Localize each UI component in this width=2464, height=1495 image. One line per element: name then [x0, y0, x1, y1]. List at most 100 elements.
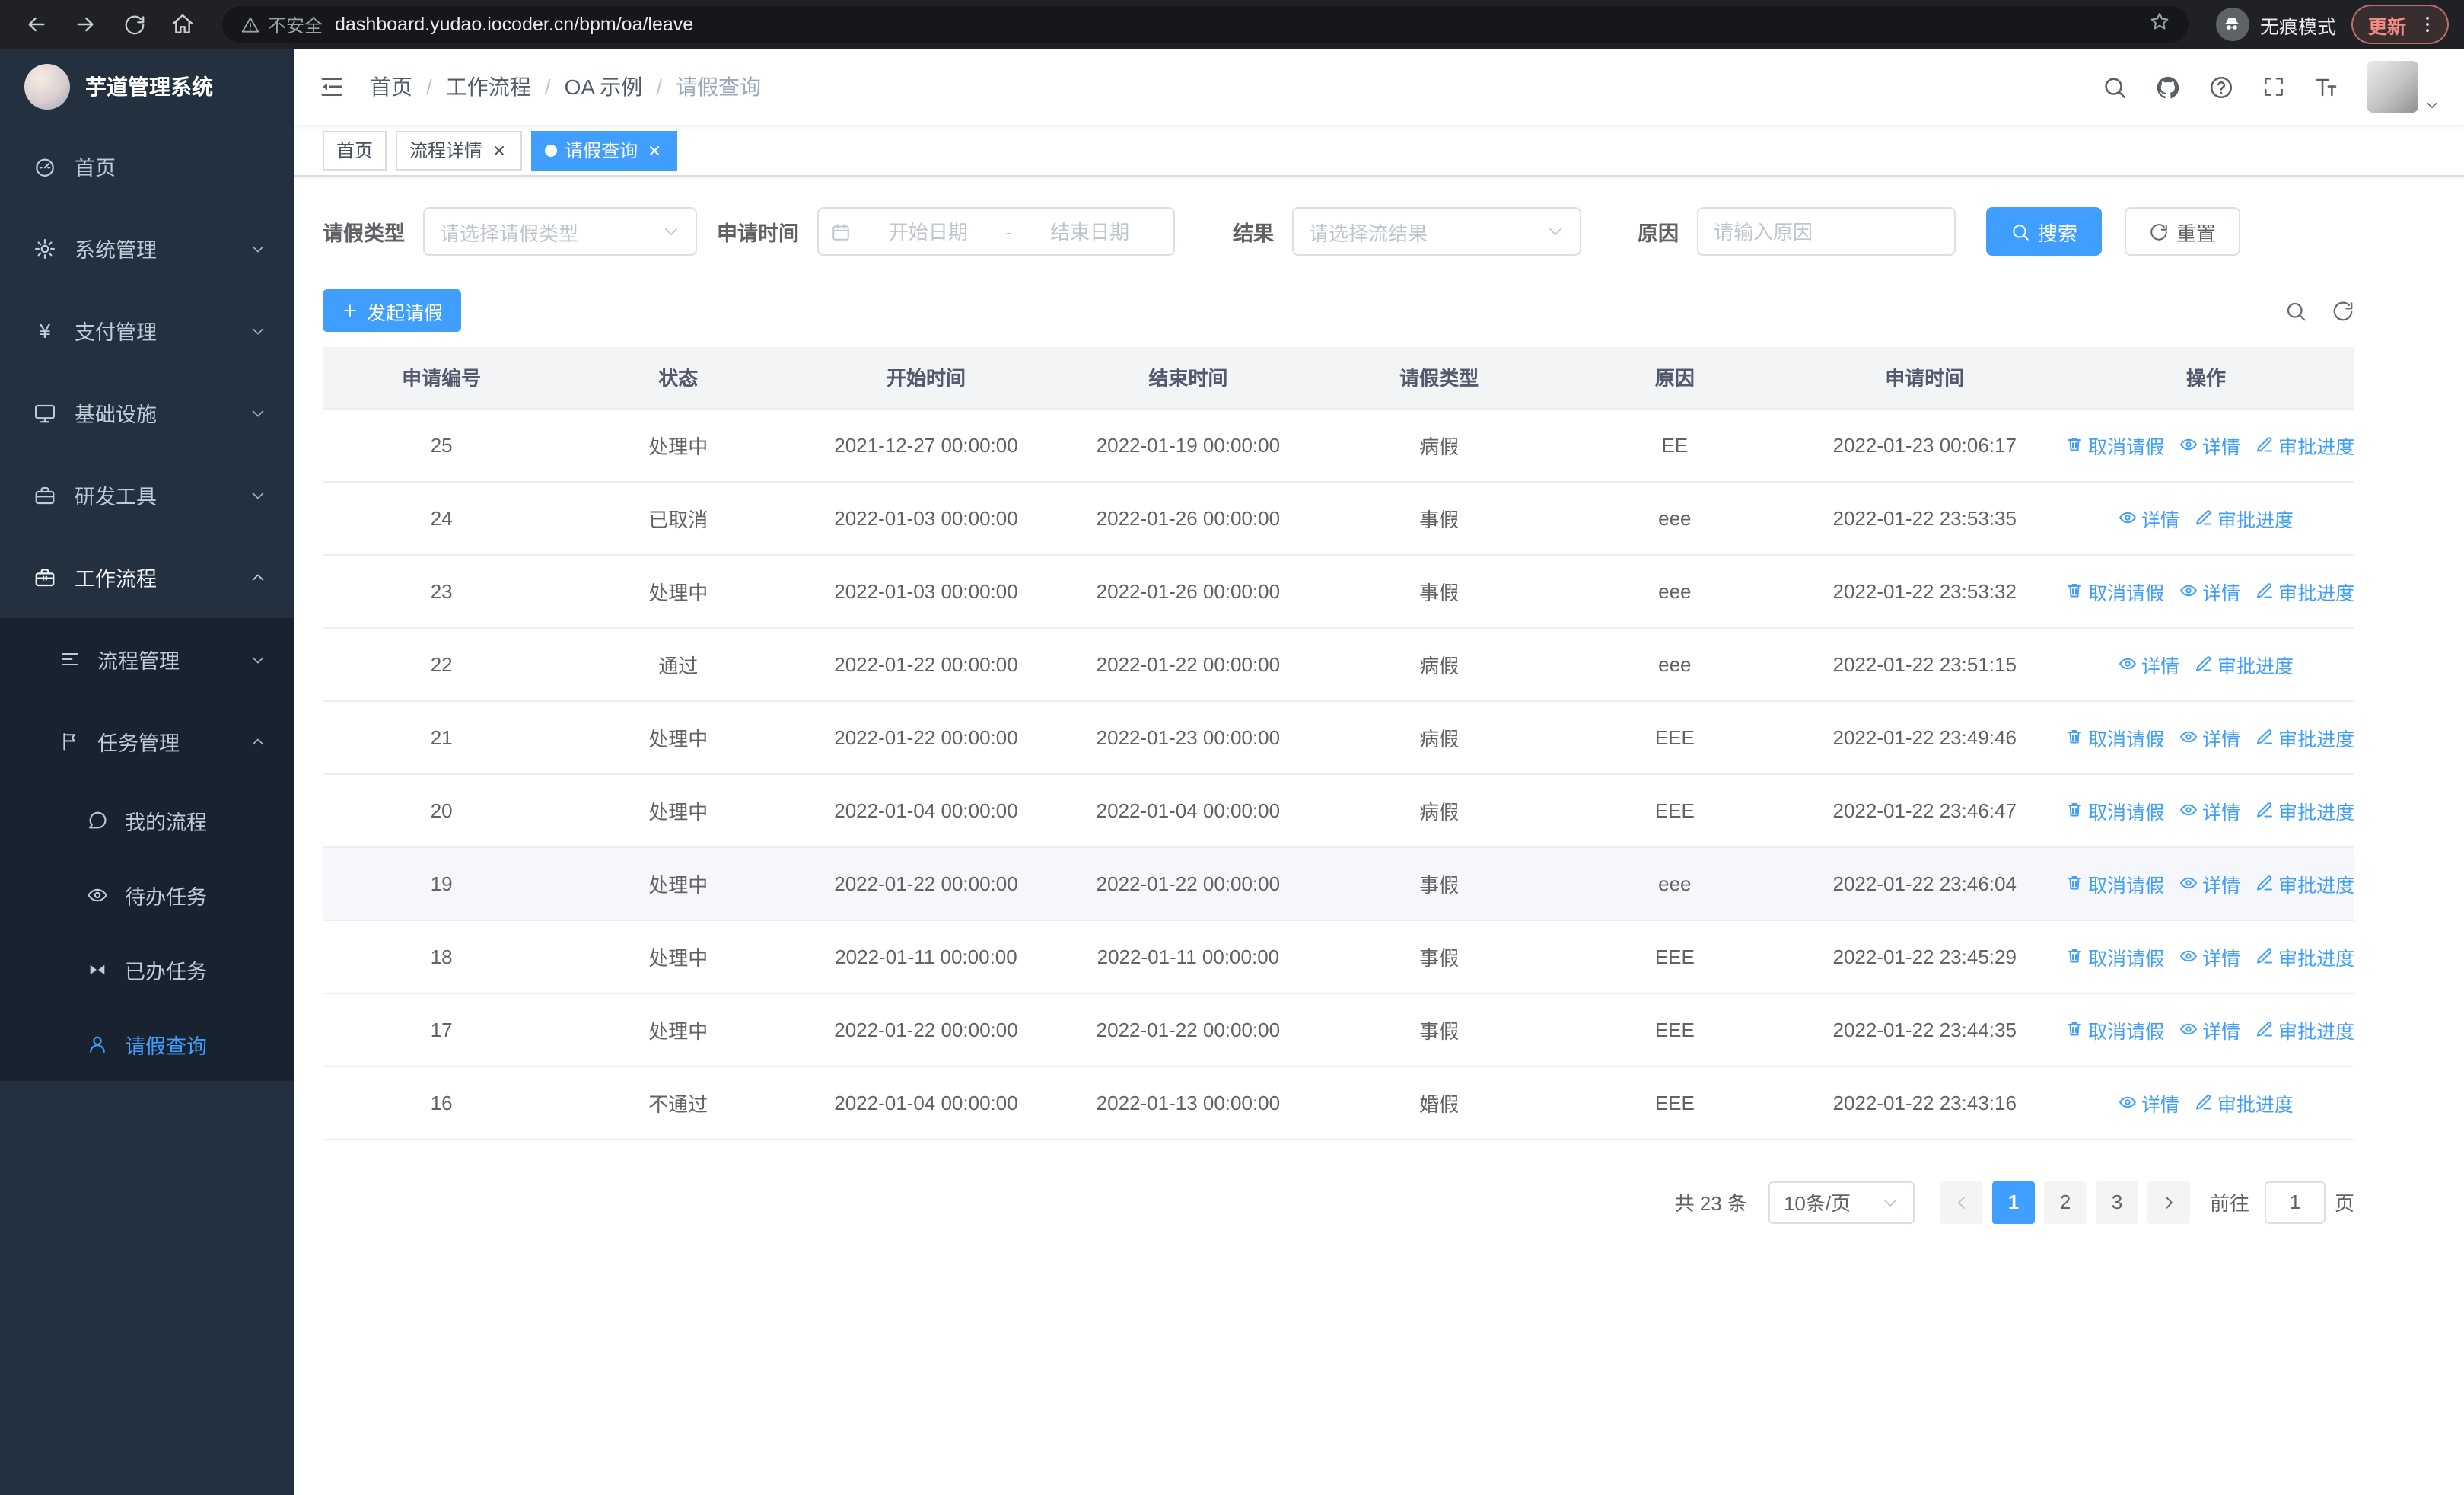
browser-back-button[interactable]: [15, 5, 58, 44]
breadcrumb-oa-example[interactable]: OA 示例: [565, 72, 643, 102]
action-progress-link[interactable]: 审批进度: [2255, 722, 2354, 751]
cell-actions: 详情 审批进度: [2058, 1066, 2354, 1140]
action-cancel-link[interactable]: 取消请假: [2065, 869, 2164, 897]
action-detail-link[interactable]: 详情: [2179, 869, 2240, 897]
page-button-1[interactable]: 1: [1991, 1181, 2035, 1223]
reset-button[interactable]: 重置: [2125, 207, 2241, 256]
eye-icon: [2180, 438, 2198, 451]
cell-id: 23: [323, 554, 561, 628]
close-icon[interactable]: [645, 141, 664, 159]
sidebar-item-system-mgmt[interactable]: 系统管理: [0, 207, 294, 289]
sidebar-item-leave-query[interactable]: 请假查询: [0, 1006, 294, 1081]
trash-icon: [2068, 584, 2082, 598]
bookmark-star-icon[interactable]: [2149, 10, 2170, 39]
github-icon[interactable]: [2155, 74, 2181, 100]
action-cancel-link[interactable]: 取消请假: [2065, 722, 2164, 751]
eye-icon: [2119, 658, 2136, 670]
action-progress-link[interactable]: 审批进度: [2195, 503, 2294, 532]
bowtie-icon: [90, 964, 105, 974]
refresh-table-icon[interactable]: [2332, 299, 2354, 322]
sidebar-toggle-button[interactable]: [318, 73, 345, 100]
goto-page-input[interactable]: [2264, 1181, 2326, 1223]
navbar-actions: [2102, 61, 2440, 113]
action-detail-link[interactable]: 详情: [2179, 1015, 2240, 1044]
browser-menu-icon[interactable]: [2417, 14, 2438, 35]
reason-input[interactable]: [1697, 207, 1956, 256]
font-size-icon[interactable]: [2313, 74, 2339, 100]
action-detail-link[interactable]: 详情: [2179, 795, 2240, 824]
tag-home[interactable]: 首页: [323, 130, 387, 170]
action-cancel-link[interactable]: 取消请假: [2065, 576, 2164, 605]
action-cancel-link[interactable]: 取消请假: [2065, 1015, 2164, 1044]
edit-icon: [2257, 729, 2273, 744]
action-detail-link[interactable]: 详情: [2179, 576, 2240, 605]
action-progress-link[interactable]: 审批进度: [2255, 795, 2354, 824]
cell-status: 处理中: [560, 554, 797, 628]
url-bar[interactable]: 不安全 dashboard.yudao.iocoder.cn/bpm/oa/le…: [222, 6, 2189, 43]
action-detail-link[interactable]: 详情: [2179, 430, 2240, 459]
browser-home-button[interactable]: [161, 5, 204, 44]
end-date-input[interactable]: [1018, 220, 1161, 243]
action-detail-link[interactable]: 详情: [2179, 722, 2240, 751]
sidebar-item-payment-mgmt[interactable]: ¥ 支付管理: [0, 289, 294, 371]
sidebar-item-done-tasks[interactable]: 已办任务: [0, 932, 294, 1006]
fullscreen-icon[interactable]: [2262, 75, 2286, 99]
action-detail-link[interactable]: 详情: [2179, 942, 2240, 971]
action-detail-link[interactable]: 详情: [2119, 649, 2179, 678]
cell-reason: EEE: [1558, 920, 1792, 993]
start-date-input[interactable]: [857, 220, 1000, 243]
action-cancel-link[interactable]: 取消请假: [2065, 430, 2164, 459]
action-cancel-link[interactable]: 取消请假: [2065, 795, 2164, 824]
page-button-3[interactable]: 3: [2095, 1181, 2138, 1223]
sidebar-item-task-mgmt[interactable]: 任务管理: [0, 700, 294, 783]
cell-leave-type: 病假: [1320, 408, 1558, 482]
app-logo[interactable]: 芋道管理系统: [0, 49, 294, 125]
sidebar-item-home[interactable]: 首页: [0, 125, 294, 207]
action-progress-link[interactable]: 审批进度: [2195, 649, 2294, 678]
search-icon[interactable]: [2102, 74, 2128, 100]
page-size-select[interactable]: 10条/页: [1768, 1181, 1915, 1223]
create-leave-button[interactable]: 发起请假: [323, 289, 462, 332]
user-avatar[interactable]: [2367, 61, 2418, 113]
apply-time-range-picker[interactable]: -: [817, 207, 1175, 256]
browser-forward-button[interactable]: [64, 5, 107, 44]
security-chip[interactable]: 不安全: [240, 11, 323, 37]
action-progress-link[interactable]: 审批进度: [2255, 430, 2354, 459]
action-detail-link[interactable]: 详情: [2119, 1088, 2179, 1117]
prev-page-button[interactable]: [1940, 1181, 1983, 1223]
action-progress-link[interactable]: 审批进度: [2255, 942, 2354, 971]
trash-icon: [2068, 730, 2082, 744]
sidebar-item-workflow[interactable]: 工作流程: [0, 536, 294, 618]
sidebar-item-my-processes[interactable]: 我的流程: [0, 783, 294, 857]
action-detail-link[interactable]: 详情: [2119, 503, 2179, 532]
next-page-button[interactable]: [2147, 1181, 2190, 1223]
page-button-2[interactable]: 2: [2043, 1181, 2087, 1223]
result-select[interactable]: 请选择流结果: [1292, 207, 1581, 256]
action-progress-link[interactable]: 审批进度: [2255, 869, 2354, 897]
sidebar-item-process-mgmt[interactable]: 流程管理: [0, 618, 294, 700]
action-progress-link[interactable]: 审批进度: [2255, 576, 2354, 605]
browser-reload-button[interactable]: [113, 5, 155, 44]
leave-type-select[interactable]: 请选择请假类型: [423, 207, 697, 256]
action-cancel-link[interactable]: 取消请假: [2065, 942, 2164, 971]
sidebar-item-infrastructure[interactable]: 基础设施: [0, 371, 294, 454]
action-progress-link[interactable]: 审批进度: [2255, 1015, 2354, 1044]
eye-icon: [2119, 1096, 2136, 1108]
logo-avatar: [24, 64, 70, 110]
close-icon[interactable]: [490, 141, 508, 159]
tag-leave-query[interactable]: 请假查询: [531, 130, 678, 170]
user-menu[interactable]: [2367, 61, 2440, 113]
browser-update-button[interactable]: 更新: [2351, 5, 2449, 44]
update-label: 更新: [2367, 16, 2406, 37]
breadcrumb-workflow[interactable]: 工作流程: [446, 72, 531, 102]
edit-icon: [2196, 510, 2212, 525]
help-icon[interactable]: [2208, 74, 2234, 100]
sidebar-item-todo-tasks[interactable]: 待办任务: [0, 857, 294, 932]
sidebar-item-dev-tools[interactable]: 研发工具: [0, 454, 294, 536]
breadcrumb-home[interactable]: 首页: [370, 72, 412, 102]
tag-process-detail[interactable]: 流程详情: [396, 130, 523, 170]
calendar-icon: [832, 223, 849, 240]
toggle-search-icon[interactable]: [2284, 299, 2307, 322]
search-button[interactable]: 搜索: [1986, 207, 2103, 256]
action-progress-link[interactable]: 审批进度: [2195, 1088, 2294, 1117]
